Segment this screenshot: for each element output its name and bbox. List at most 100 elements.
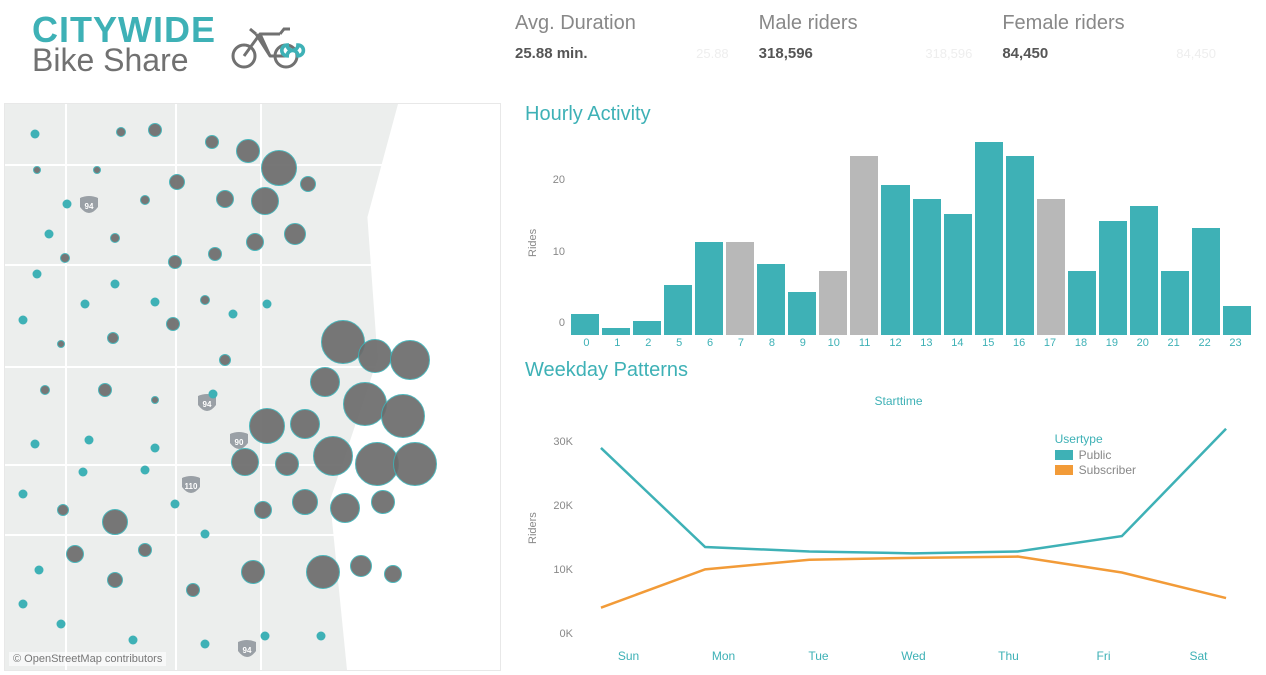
station-bubble[interactable] — [93, 166, 101, 174]
weekday-patterns-chart[interactable]: Weekday Patterns Riders Starttime Userty… — [525, 359, 1256, 671]
station-dot[interactable] — [31, 130, 40, 139]
station-bubble[interactable] — [251, 187, 279, 215]
station-bubble[interactable] — [107, 332, 119, 344]
bar-hour-17[interactable] — [1037, 199, 1065, 335]
station-dot[interactable] — [35, 566, 44, 575]
station-dot[interactable] — [201, 530, 210, 539]
bar-hour-21[interactable] — [1161, 271, 1189, 335]
station-dot[interactable] — [45, 230, 54, 239]
station-dot[interactable] — [85, 436, 94, 445]
station-bubble[interactable] — [390, 340, 430, 380]
station-bubble[interactable] — [371, 490, 395, 514]
station-bubble[interactable] — [236, 139, 260, 163]
station-bubble[interactable] — [310, 367, 340, 397]
bar-hour-0[interactable] — [571, 314, 599, 335]
bar-hour-20[interactable] — [1130, 206, 1158, 335]
station-bubble[interactable] — [231, 448, 259, 476]
bar-hour-1[interactable] — [602, 328, 630, 335]
station-bubble[interactable] — [254, 501, 272, 519]
station-bubble[interactable] — [290, 409, 320, 439]
station-bubble[interactable] — [393, 442, 437, 486]
station-dot[interactable] — [171, 500, 180, 509]
station-bubble[interactable] — [169, 174, 185, 190]
station-bubble[interactable] — [168, 255, 182, 269]
bar-hour-23[interactable] — [1223, 306, 1251, 335]
station-bubble[interactable] — [148, 123, 162, 137]
station-dot[interactable] — [57, 620, 66, 629]
station-bubble[interactable] — [350, 555, 372, 577]
station-bubble[interactable] — [60, 253, 70, 263]
station-bubble[interactable] — [57, 504, 69, 516]
station-bubble[interactable] — [102, 509, 128, 535]
bar-hour-5[interactable] — [664, 285, 692, 335]
bar-hour-18[interactable] — [1068, 271, 1096, 335]
station-bubble[interactable] — [110, 233, 120, 243]
station-bubble[interactable] — [275, 452, 299, 476]
station-bubble[interactable] — [241, 560, 265, 584]
bar-hour-12[interactable] — [881, 185, 909, 335]
bar-hour-2[interactable] — [633, 321, 661, 335]
station-dot[interactable] — [111, 280, 120, 289]
station-bubble[interactable] — [381, 394, 425, 438]
station-dot[interactable] — [201, 640, 210, 649]
bar-hour-11[interactable] — [850, 156, 878, 335]
station-dot[interactable] — [317, 632, 326, 641]
station-bubble[interactable] — [216, 190, 234, 208]
station-bubble[interactable] — [261, 150, 297, 186]
station-bubble[interactable] — [330, 493, 360, 523]
station-dot[interactable] — [79, 468, 88, 477]
station-bubble[interactable] — [40, 385, 50, 395]
station-dot[interactable] — [33, 270, 42, 279]
station-bubble[interactable] — [140, 195, 150, 205]
line-series-subscriber[interactable] — [601, 557, 1226, 608]
station-dot[interactable] — [19, 490, 28, 499]
station-bubble[interactable] — [246, 233, 264, 251]
station-dot[interactable] — [261, 632, 270, 641]
line-series-public[interactable] — [601, 429, 1226, 554]
bar-hour-19[interactable] — [1099, 221, 1127, 335]
station-bubble[interactable] — [384, 565, 402, 583]
station-dot[interactable] — [129, 636, 138, 645]
station-bubble[interactable] — [358, 339, 392, 373]
bar-hour-13[interactable] — [913, 199, 941, 335]
bar-hour-7[interactable] — [726, 242, 754, 335]
station-bubble[interactable] — [208, 247, 222, 261]
station-dot[interactable] — [209, 390, 218, 399]
station-bubble[interactable] — [33, 166, 41, 174]
station-bubble[interactable] — [166, 317, 180, 331]
station-bubble[interactable] — [300, 176, 316, 192]
station-dot[interactable] — [151, 298, 160, 307]
station-dot[interactable] — [263, 300, 272, 309]
station-dot[interactable] — [31, 440, 40, 449]
bar-hour-9[interactable] — [788, 292, 816, 335]
station-map[interactable]: 94 94 90 110 94 © OpenStreetMap contribu… — [4, 103, 501, 671]
station-dot[interactable] — [63, 200, 72, 209]
bar-hour-16[interactable] — [1006, 156, 1034, 335]
kpi-male-riders[interactable]: Male riders 318,596 318,596 — [759, 12, 1003, 91]
station-dot[interactable] — [141, 466, 150, 475]
bar-hour-6[interactable] — [695, 242, 723, 335]
station-bubble[interactable] — [313, 436, 353, 476]
bar-hour-14[interactable] — [944, 214, 972, 335]
station-bubble[interactable] — [107, 572, 123, 588]
station-dot[interactable] — [81, 300, 90, 309]
station-bubble[interactable] — [200, 295, 210, 305]
bar-hour-22[interactable] — [1192, 228, 1220, 335]
station-dot[interactable] — [19, 316, 28, 325]
station-bubble[interactable] — [186, 583, 200, 597]
station-dot[interactable] — [151, 444, 160, 453]
station-bubble[interactable] — [151, 396, 159, 404]
station-bubble[interactable] — [57, 340, 65, 348]
hourly-activity-chart[interactable]: Hourly Activity Rides 01020 012567891011… — [525, 103, 1256, 355]
bar-hour-10[interactable] — [819, 271, 847, 335]
station-bubble[interactable] — [116, 127, 126, 137]
station-bubble[interactable] — [98, 383, 112, 397]
kpi-avg-duration[interactable]: Avg. Duration 25.88 min. 25.88 — [515, 12, 759, 91]
station-bubble[interactable] — [219, 354, 231, 366]
station-bubble[interactable] — [284, 223, 306, 245]
station-bubble[interactable] — [306, 555, 340, 589]
station-dot[interactable] — [19, 600, 28, 609]
kpi-female-riders[interactable]: Female riders 84,450 84,450 — [1002, 12, 1246, 91]
bar-hour-15[interactable] — [975, 142, 1003, 335]
station-bubble[interactable] — [138, 543, 152, 557]
